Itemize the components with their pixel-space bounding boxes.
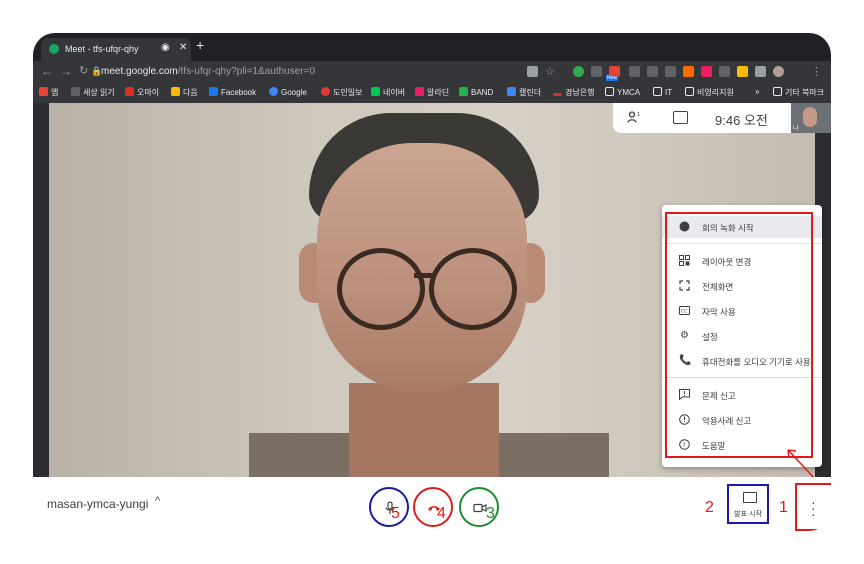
browser-tab-strip: Meet - tfs-ufqr-qhy ◉ ✕ +	[33, 33, 831, 61]
tab-close-icon[interactable]: ✕	[179, 42, 187, 53]
annotation-box-menu	[665, 212, 813, 458]
glasses-bridge	[414, 273, 434, 278]
bookmark-item[interactable]: 오마이	[125, 87, 159, 98]
glasses-lens	[337, 248, 425, 330]
extension-new-badge: New	[606, 75, 619, 81]
extension-icon[interactable]	[665, 66, 676, 77]
self-view-face	[803, 107, 817, 127]
bookmark-overflow[interactable]: »	[755, 87, 759, 96]
svg-text:1: 1	[637, 112, 640, 118]
extension-icon[interactable]	[737, 66, 748, 77]
glasses-lens	[429, 248, 517, 330]
present-button-label: 발표 시작	[734, 511, 762, 518]
bookmark-item[interactable]: Facebook	[209, 87, 256, 97]
profile-avatar-icon[interactable]	[773, 66, 784, 77]
self-view-label: 나	[793, 126, 799, 132]
reload-icon[interactable]: ↻	[79, 64, 88, 77]
meeting-control-bar: masan-ymca-yungi ^ 5 4 3 2 발표 시작 1 · · ·	[33, 477, 831, 531]
browser-tab[interactable]: Meet - tfs-ufqr-qhy ◉ ✕	[41, 38, 191, 61]
meeting-code[interactable]: masan-ymca-yungi	[47, 497, 148, 511]
participant-neck	[349, 383, 499, 477]
new-tab-button[interactable]: +	[196, 37, 204, 53]
bookmark-item[interactable]: 세상 읽기	[71, 87, 115, 98]
bookmark-star-icon[interactable]: ☆	[545, 65, 555, 78]
annotation-number-2: 2	[705, 499, 714, 516]
bookmark-folder-other[interactable]: 기타 북마크	[773, 87, 824, 98]
back-icon[interactable]: ←	[41, 64, 53, 78]
bookmark-folder[interactable]: 비영리지원	[685, 87, 734, 98]
chevron-up-icon[interactable]: ^	[155, 495, 160, 507]
bookmark-item[interactable]: 도민일보	[321, 87, 362, 98]
annotation-number-1: 1	[779, 499, 788, 516]
evernote-extension-icon[interactable]	[573, 66, 584, 77]
bookmark-item[interactable]: 알라딘	[415, 87, 449, 98]
url-host: meet.google.com	[101, 66, 178, 77]
extension-icon[interactable]	[647, 66, 658, 77]
bookmark-item[interactable]: 네이버	[371, 87, 405, 98]
meeting-clock: 9:46 오전	[715, 113, 768, 128]
meet-favicon-icon	[49, 44, 59, 54]
bookmark-folder[interactable]: IT	[653, 87, 672, 97]
browser-menu-icon[interactable]: ⋮	[811, 65, 822, 78]
annotation-number-3: 3	[486, 505, 495, 522]
extensions-puzzle-icon[interactable]	[755, 66, 766, 77]
end-call-button[interactable]	[413, 487, 453, 527]
bookmarks-bar: 앱 세상 읽기 오마이 다음 Facebook Google 도민일보 네이버 …	[33, 83, 831, 104]
annotation-number-4: 4	[437, 505, 446, 522]
present-screen-icon	[743, 492, 757, 503]
self-view-tile[interactable]: 나	[791, 103, 831, 133]
recording-dot-icon: ◉	[161, 42, 170, 53]
bookmark-item[interactable]: Google	[269, 87, 307, 97]
browser-toolbar: ← → ↻ 🔒 meet.google.com/tfs-ufqr-qhy?pli…	[33, 61, 831, 83]
more-vert-icon: · · ·	[811, 494, 816, 522]
chat-icon[interactable]	[673, 111, 688, 124]
bookmark-item[interactable]: 캘린더	[507, 87, 541, 98]
screenshot-frame: Meet - tfs-ufqr-qhy ◉ ✕ + ← → ↻ 🔒 meet.g…	[33, 33, 831, 531]
bookmark-item[interactable]: 다음	[171, 87, 198, 98]
annotation-number-5: 5	[391, 505, 400, 522]
extension-icon[interactable]	[683, 66, 694, 77]
url-path: /tfs-ufqr-qhy?pli=1&authuser=0	[177, 66, 316, 77]
microphone-button[interactable]	[369, 487, 409, 527]
present-now-button[interactable]: 발표 시작	[727, 484, 769, 524]
more-options-button[interactable]: · · ·	[795, 483, 831, 531]
meeting-info-panel: 1 9:46 오전	[613, 103, 799, 133]
extension-icon[interactable]	[591, 66, 602, 77]
people-icon[interactable]: 1	[627, 111, 641, 123]
extension-icon[interactable]	[629, 66, 640, 77]
extension-icon[interactable]	[701, 66, 712, 77]
bookmark-item[interactable]: BAND	[459, 87, 493, 97]
camera-indicator-icon[interactable]	[527, 66, 538, 77]
bookmark-item[interactable]: 경남은행	[553, 87, 594, 98]
bookmark-folder[interactable]: YMCA	[605, 87, 640, 97]
tab-title: Meet - tfs-ufqr-qhy	[65, 44, 139, 54]
bookmark-item[interactable]: 앱	[39, 87, 58, 98]
address-bar[interactable]: meet.google.com/tfs-ufqr-qhy?pli=1&authu…	[101, 66, 315, 77]
forward-icon[interactable]: →	[60, 64, 72, 78]
extension-icon[interactable]	[719, 66, 730, 77]
video-camera-icon	[473, 503, 487, 513]
